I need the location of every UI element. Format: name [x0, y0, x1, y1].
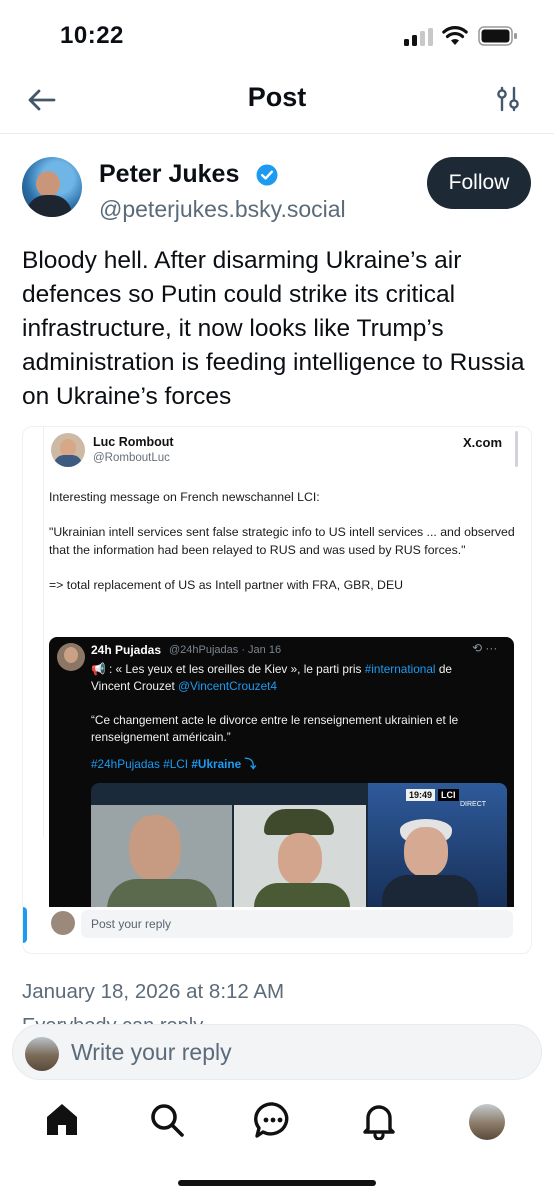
author-avatar[interactable]: [22, 157, 82, 217]
home-icon[interactable]: [42, 1100, 82, 1140]
lci-direct: DIRECT: [460, 801, 487, 808]
bottom-tab-bar: [0, 1090, 554, 1160]
quoted-meta: @24hPujadas · Jan 16: [169, 644, 282, 656]
embed-source-label: X.com: [463, 435, 503, 450]
home-indicator: [178, 1180, 376, 1186]
quoted-text: 📢 : « Les yeux et les oreilles de Kiev »…: [91, 662, 459, 744]
verified-icon: [256, 164, 278, 186]
follow-button[interactable]: Follow: [427, 157, 531, 209]
lci-time: 19:49: [406, 789, 436, 801]
author-name[interactable]: Peter Jukes: [99, 160, 239, 189]
bell-icon[interactable]: [359, 1100, 399, 1140]
search-icon[interactable]: [147, 1100, 187, 1140]
embed-avatar: [51, 433, 85, 467]
wifi-icon: [442, 26, 468, 45]
quoted-hashtags: #24hPujadas #LCI #Ukraine ⤵: [91, 757, 257, 771]
lci-logo: LCI: [438, 789, 459, 801]
embed-scrollbar: [515, 431, 518, 467]
status-bar: 10:22: [0, 0, 554, 70]
composer-avatar: [25, 1037, 59, 1071]
reply-settings-text: Everybody can reply: [22, 1016, 322, 1024]
chat-icon[interactable]: [253, 1100, 293, 1140]
reply-placeholder[interactable]: Write your reply: [71, 1039, 232, 1066]
signal-icon: [404, 28, 434, 46]
top-nav: Post: [0, 70, 554, 134]
embed-reply-bar: Post your reply: [49, 909, 514, 939]
page-title: Post: [247, 82, 307, 112]
battery-icon: [478, 26, 517, 46]
embed-text: Interesting message on French newschanne…: [49, 490, 515, 592]
post-image[interactable]: Luc Rombout @RomboutLuc X.com Interestin…: [22, 426, 532, 954]
status-time: 10:22: [60, 22, 124, 49]
reply-composer[interactable]: Write your reply: [12, 1024, 542, 1080]
quoted-post: 24h Pujadas @24hPujadas · Jan 16 ⟲ ··· 📢…: [49, 637, 514, 907]
quoted-avatar: [57, 643, 85, 671]
post-text: Bloody hell. After disarming Ukraine’s a…: [22, 247, 525, 410]
profile-tab-avatar[interactable]: [469, 1104, 505, 1140]
author-handle[interactable]: @peterjukes.bsky.social: [99, 196, 346, 223]
post-timestamp: January 18, 2026 at 8:12 AM: [22, 980, 285, 1003]
quoted-author-name: 24h Pujadas: [91, 643, 162, 657]
filter-icon[interactable]: [494, 84, 522, 114]
embed-reply-placeholder: Post your reply: [81, 910, 513, 938]
embed-reply-avatar: [51, 911, 75, 935]
quoted-media: 19:49 LCI DIRECT: [91, 783, 507, 907]
quoted-more-icons: ⟲ ···: [472, 641, 498, 655]
embed-author-handle: @RomboutLuc: [93, 452, 170, 464]
embed-author-name: Luc Rombout: [93, 435, 174, 449]
